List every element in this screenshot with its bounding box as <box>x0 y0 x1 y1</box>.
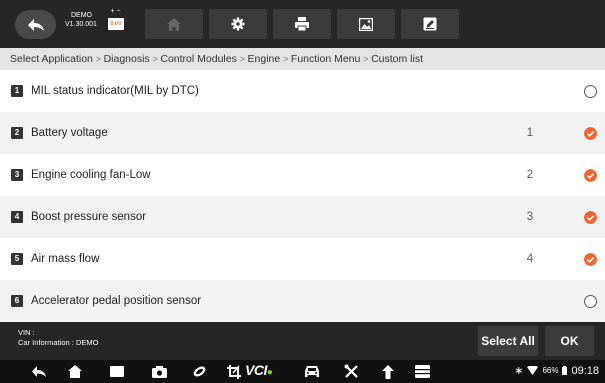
list-item[interactable]: 5 Air mass flow 4 <box>0 238 605 280</box>
settings-button[interactable] <box>209 9 267 39</box>
vehicle-battery-indicator: + − 0.0V <box>107 8 124 33</box>
list-item[interactable]: 6 Accelerator pedal position sensor <box>0 280 605 322</box>
version-info: DEMO V1.30.001 <box>65 11 97 29</box>
breadcrumb: Select Application > Diagnosis > Control… <box>0 48 605 70</box>
checked-radio-icon[interactable] <box>584 252 597 266</box>
selection-order: 3 <box>526 211 534 223</box>
item-label: Battery voltage <box>31 127 108 139</box>
crop-icon <box>227 364 241 379</box>
gear-icon <box>231 17 245 31</box>
system-nav-bar: VCI● ∗ 66% 09:18 <box>0 360 605 383</box>
list-item[interactable]: 3 Engine cooling fan-Low 2 <box>0 154 605 196</box>
top-bar: DEMO V1.30.001 + − 0.0V <box>0 0 605 48</box>
vci-connection-button[interactable]: VCI● <box>245 362 273 378</box>
item-number: 3 <box>11 169 23 181</box>
print-button[interactable] <box>273 9 331 39</box>
selection-order: 4 <box>526 253 534 265</box>
item-number: 5 <box>11 253 23 265</box>
breadcrumb-separator: > <box>95 54 104 64</box>
car-information: Car Information : DEMO <box>18 338 99 347</box>
breadcrumb-separator: > <box>283 54 291 64</box>
car-icon <box>305 366 319 377</box>
item-label: Air mass flow <box>31 253 100 265</box>
edit-icon <box>423 17 437 31</box>
nav-upload-button[interactable] <box>379 363 397 380</box>
image-icon <box>359 17 373 31</box>
item-label: Accelerator pedal position sensor <box>31 295 202 307</box>
list-item[interactable]: 1 MIL status indicator(MIL by DTC) <box>0 70 605 112</box>
recent-apps-icon <box>110 366 124 377</box>
vci-label: VCI <box>245 362 267 378</box>
item-number: 4 <box>11 211 23 223</box>
home-icon <box>167 17 181 31</box>
item-number: 1 <box>11 85 23 97</box>
printer-icon <box>295 17 309 31</box>
custom-data-list: 1 MIL status indicator(MIL by DTC) 2 Bat… <box>0 70 605 322</box>
nav-tools-button[interactable] <box>342 363 360 380</box>
breadcrumb-control-modules[interactable]: Control Modules <box>160 53 236 65</box>
item-label: MIL status indicator(MIL by DTC) <box>31 85 199 97</box>
status-bar: ∗ 66% 09:18 <box>514 364 599 378</box>
back-arrow-icon <box>27 18 44 31</box>
checked-radio-icon[interactable] <box>584 168 597 182</box>
selection-order: 2 <box>526 169 534 181</box>
browser-globe-icon <box>193 366 205 377</box>
item-label: Engine cooling fan-Low <box>31 169 151 181</box>
screenshot-button[interactable] <box>337 9 395 39</box>
nav-vehicle-button[interactable] <box>303 363 321 380</box>
back-button[interactable] <box>15 10 56 39</box>
checked-radio-icon[interactable] <box>584 126 597 140</box>
nav-menu-button[interactable] <box>413 363 431 380</box>
nav-browser-button[interactable] <box>190 363 208 380</box>
checked-radio-icon[interactable] <box>584 210 597 224</box>
breadcrumb-custom-list: Custom list <box>371 53 423 65</box>
back-arrow-icon <box>32 366 46 377</box>
ok-button[interactable]: OK <box>545 326 594 356</box>
unchecked-radio-icon[interactable] <box>584 294 597 308</box>
breadcrumb-engine[interactable]: Engine <box>248 53 281 65</box>
vci-status-dot-icon: ● <box>266 367 273 378</box>
clock: 09:18 <box>571 364 599 377</box>
breadcrumb-diagnosis[interactable]: Diagnosis <box>104 53 150 65</box>
nav-back-button[interactable] <box>30 363 48 380</box>
list-menu-icon <box>414 365 430 378</box>
battery-percent: 66% <box>542 366 559 375</box>
vehicle-info: VIN : Car Information : DEMO <box>18 328 98 348</box>
version-number: V1.30.001 <box>65 21 97 28</box>
selection-order: 1 <box>526 127 534 139</box>
camera-icon <box>151 365 167 378</box>
home-button[interactable] <box>145 9 203 39</box>
home-icon <box>68 365 82 378</box>
item-number: 2 <box>11 127 23 139</box>
vin-label: VIN : <box>18 328 35 337</box>
battery-voltage: 0.0V <box>108 18 124 30</box>
wifi-icon <box>527 366 539 375</box>
app-name: DEMO <box>71 12 92 19</box>
nav-recent-apps-button[interactable] <box>108 363 126 380</box>
breadcrumb-separator: > <box>363 54 372 64</box>
upload-arrow-icon <box>382 364 394 379</box>
list-item[interactable]: 2 Battery voltage 1 <box>0 112 605 154</box>
bluetooth-icon: ∗ <box>514 365 524 377</box>
battery-terminals-icon: + − <box>110 8 121 15</box>
select-all-button[interactable]: Select All <box>478 326 538 356</box>
tools-icon <box>344 364 358 378</box>
breadcrumb-separator: > <box>239 54 248 64</box>
nav-home-button[interactable] <box>66 363 84 380</box>
nav-crop-button[interactable] <box>225 363 243 380</box>
edit-button[interactable] <box>401 9 459 39</box>
list-item[interactable]: 4 Boost pressure sensor 3 <box>0 196 605 238</box>
item-number: 6 <box>11 295 23 307</box>
battery-icon <box>562 366 568 375</box>
unchecked-radio-icon[interactable] <box>584 84 597 98</box>
footer-bar: VIN : Car Information : DEMO Select All … <box>0 322 605 360</box>
item-label: Boost pressure sensor <box>31 211 147 223</box>
breadcrumb-select-application[interactable]: Select Application <box>10 53 93 65</box>
nav-camera-button[interactable] <box>150 363 168 380</box>
breadcrumb-function-menu[interactable]: Function Menu <box>291 53 360 65</box>
